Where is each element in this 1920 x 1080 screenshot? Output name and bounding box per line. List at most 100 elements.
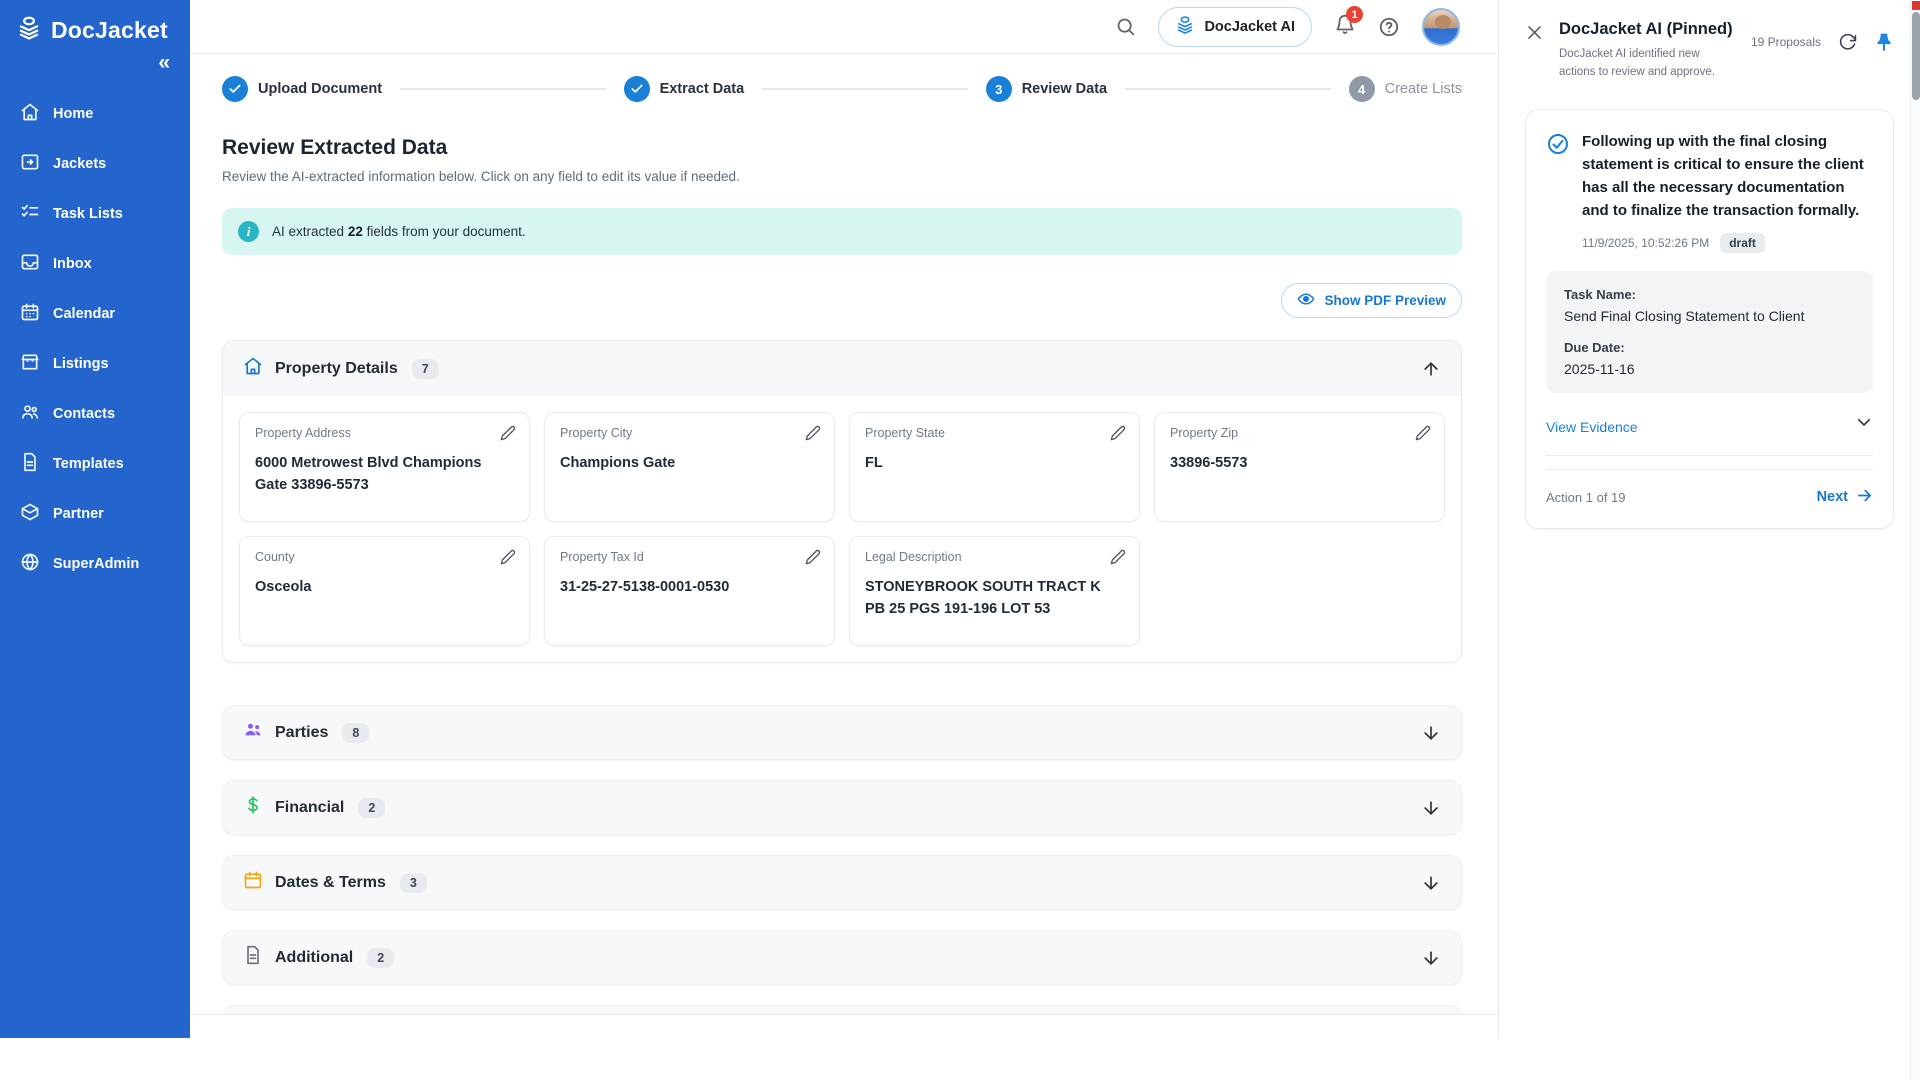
pin-icon[interactable] — [1874, 32, 1894, 52]
app-shell: DocJacket « Home Jackets Task Lists Inbo… — [0, 0, 1920, 1038]
step-connector — [400, 88, 606, 90]
field-card-property-city[interactable]: Property City Champions Gate — [544, 412, 835, 522]
due-date-label: Due Date: — [1564, 340, 1855, 355]
field-label: Property Zip — [1170, 426, 1429, 440]
sidebar-item-partner[interactable]: Partner — [0, 489, 190, 539]
next-action-button[interactable]: Next — [1817, 487, 1873, 508]
field-label: Property State — [865, 426, 1124, 440]
panel-title: DocJacket AI (Pinned) — [1559, 20, 1736, 39]
edit-pencil-icon[interactable] — [805, 549, 821, 570]
step-check-icon — [624, 76, 650, 102]
sidebar-item-inbox[interactable]: Inbox — [0, 239, 190, 289]
sidebar-item-label: SuperAdmin — [53, 556, 139, 572]
workflow-stepper: Upload Document Extract Data 3 Review Da… — [222, 76, 1462, 102]
edit-pencil-icon[interactable] — [1415, 425, 1431, 446]
sidebar-item-templates[interactable]: Templates — [0, 439, 190, 489]
scrollbar-thumb[interactable] — [1912, 12, 1920, 100]
sidebar-item-calendar[interactable]: Calendar — [0, 289, 190, 339]
section-parties[interactable]: Parties 8 — [222, 705, 1462, 760]
sidebar-item-home[interactable]: Home — [0, 89, 190, 139]
collapse-arrow-icon[interactable] — [1421, 359, 1441, 379]
top-header: DocJacket AI 1 — [190, 0, 1498, 54]
sidebar-item-jackets[interactable]: Jackets — [0, 139, 190, 189]
calendar-icon — [20, 302, 40, 326]
expand-arrow-icon[interactable] — [1421, 798, 1441, 818]
status-badge: draft — [1720, 233, 1765, 253]
step-review-data[interactable]: 3 Review Data — [986, 76, 1107, 102]
field-card-property-state[interactable]: Property State FL — [849, 412, 1140, 522]
sidebar-item-superadmin[interactable]: SuperAdmin — [0, 539, 190, 589]
field-label: Property Tax Id — [560, 550, 819, 564]
main-column: DocJacket AI 1 Upload Document — [190, 0, 1498, 1038]
page-title: Review Extracted Data — [222, 136, 1462, 160]
search-icon[interactable] — [1115, 16, 1136, 37]
expand-arrow-icon[interactable] — [1421, 948, 1441, 968]
divider — [1546, 469, 1873, 470]
field-value: 6000 Metrowest Blvd Champions Gate 33896… — [255, 453, 514, 497]
sidebar-item-label: Partner — [53, 506, 104, 522]
docjacket-logo-icon — [16, 15, 42, 46]
section-title: Dates & Terms — [275, 874, 386, 892]
brand-logo[interactable]: DocJacket — [0, 0, 190, 50]
sidebar-item-task-lists[interactable]: Task Lists — [0, 189, 190, 239]
step-connector — [762, 88, 968, 90]
banner-text: AI extracted 22 fields from your documen… — [272, 224, 526, 239]
user-avatar[interactable] — [1422, 8, 1460, 46]
task-details-box: Task Name: Send Final Closing Statement … — [1546, 271, 1873, 393]
section-property-details: Property Details 7 Property Address 6000… — [222, 340, 1462, 663]
refresh-icon[interactable] — [1838, 33, 1857, 52]
pdf-button-label: Show PDF Preview — [1324, 293, 1446, 308]
view-evidence-link[interactable]: View Evidence — [1546, 419, 1638, 435]
next-label: Next — [1817, 489, 1848, 505]
page-scrollbar[interactable] — [1910, 0, 1920, 1080]
section-count-badge: 8 — [342, 723, 369, 743]
chevron-down-icon[interactable] — [1855, 413, 1873, 431]
show-pdf-preview-button[interactable]: Show PDF Preview — [1281, 283, 1462, 318]
edit-pencil-icon[interactable] — [500, 425, 516, 446]
task-name-label: Task Name: — [1564, 287, 1855, 302]
field-value: 31-25-27-5138-0001-0530 — [560, 577, 819, 599]
step-create-lists[interactable]: 4 Create Lists — [1349, 76, 1462, 102]
ai-button-label: DocJacket AI — [1204, 19, 1295, 35]
field-card-property-zip[interactable]: Property Zip 33896-5573 — [1154, 412, 1445, 522]
section-additional[interactable]: Additional 2 — [222, 930, 1462, 985]
step-extract-data[interactable]: Extract Data — [624, 76, 745, 102]
field-card-legal-description[interactable]: Legal Description STONEYBROOK SOUTH TRAC… — [849, 536, 1140, 646]
section-partially-visible[interactable] — [222, 1005, 1462, 1014]
field-card-property-address[interactable]: Property Address 6000 Metrowest Blvd Cha… — [239, 412, 530, 522]
docjacket-ai-panel: DocJacket AI (Pinned) DocJacket AI ident… — [1498, 0, 1920, 1038]
help-button[interactable] — [1378, 16, 1400, 38]
edit-pencil-icon[interactable] — [1110, 425, 1126, 446]
folder-arrow-icon — [20, 152, 40, 176]
people-icon — [20, 402, 40, 426]
checklist-icon — [20, 202, 40, 226]
expand-arrow-icon[interactable] — [1421, 873, 1441, 893]
section-financial[interactable]: Financial 2 — [222, 780, 1462, 835]
section-title: Additional — [275, 949, 353, 967]
close-icon[interactable] — [1525, 23, 1544, 47]
edit-pencil-icon[interactable] — [1110, 549, 1126, 570]
section-header-property-details[interactable]: Property Details 7 — [223, 341, 1461, 396]
docjacket-ai-button[interactable]: DocJacket AI — [1158, 7, 1312, 47]
sidebar-item-listings[interactable]: Listings — [0, 339, 190, 389]
step-label: Create Lists — [1385, 81, 1462, 97]
due-date-value: 2025-11-16 — [1564, 361, 1855, 377]
proposals-count: 19 Proposals — [1751, 35, 1821, 49]
sidebar-item-label: Templates — [53, 456, 124, 472]
sidebar-collapse-button[interactable]: « — [0, 50, 190, 73]
expand-arrow-icon[interactable] — [1421, 723, 1441, 743]
sidebar-item-contacts[interactable]: Contacts — [0, 389, 190, 439]
notifications-button[interactable]: 1 — [1334, 13, 1356, 40]
file-icon — [243, 945, 263, 970]
step-upload-document[interactable]: Upload Document — [222, 76, 382, 102]
home-icon — [20, 102, 40, 126]
field-card-county[interactable]: County Osceola — [239, 536, 530, 646]
field-card-property-tax-id[interactable]: Property Tax Id 31-25-27-5138-0001-0530 — [544, 536, 835, 646]
proposal-card: Following up with the final closing stat… — [1525, 109, 1894, 529]
edit-pencil-icon[interactable] — [500, 549, 516, 570]
content-bottom-edge — [190, 1014, 1498, 1038]
section-title: Financial — [275, 799, 344, 817]
edit-pencil-icon[interactable] — [805, 425, 821, 446]
section-dates-terms[interactable]: Dates & Terms 3 — [222, 855, 1462, 910]
extraction-banner: i AI extracted 22 fields from your docum… — [222, 208, 1462, 255]
